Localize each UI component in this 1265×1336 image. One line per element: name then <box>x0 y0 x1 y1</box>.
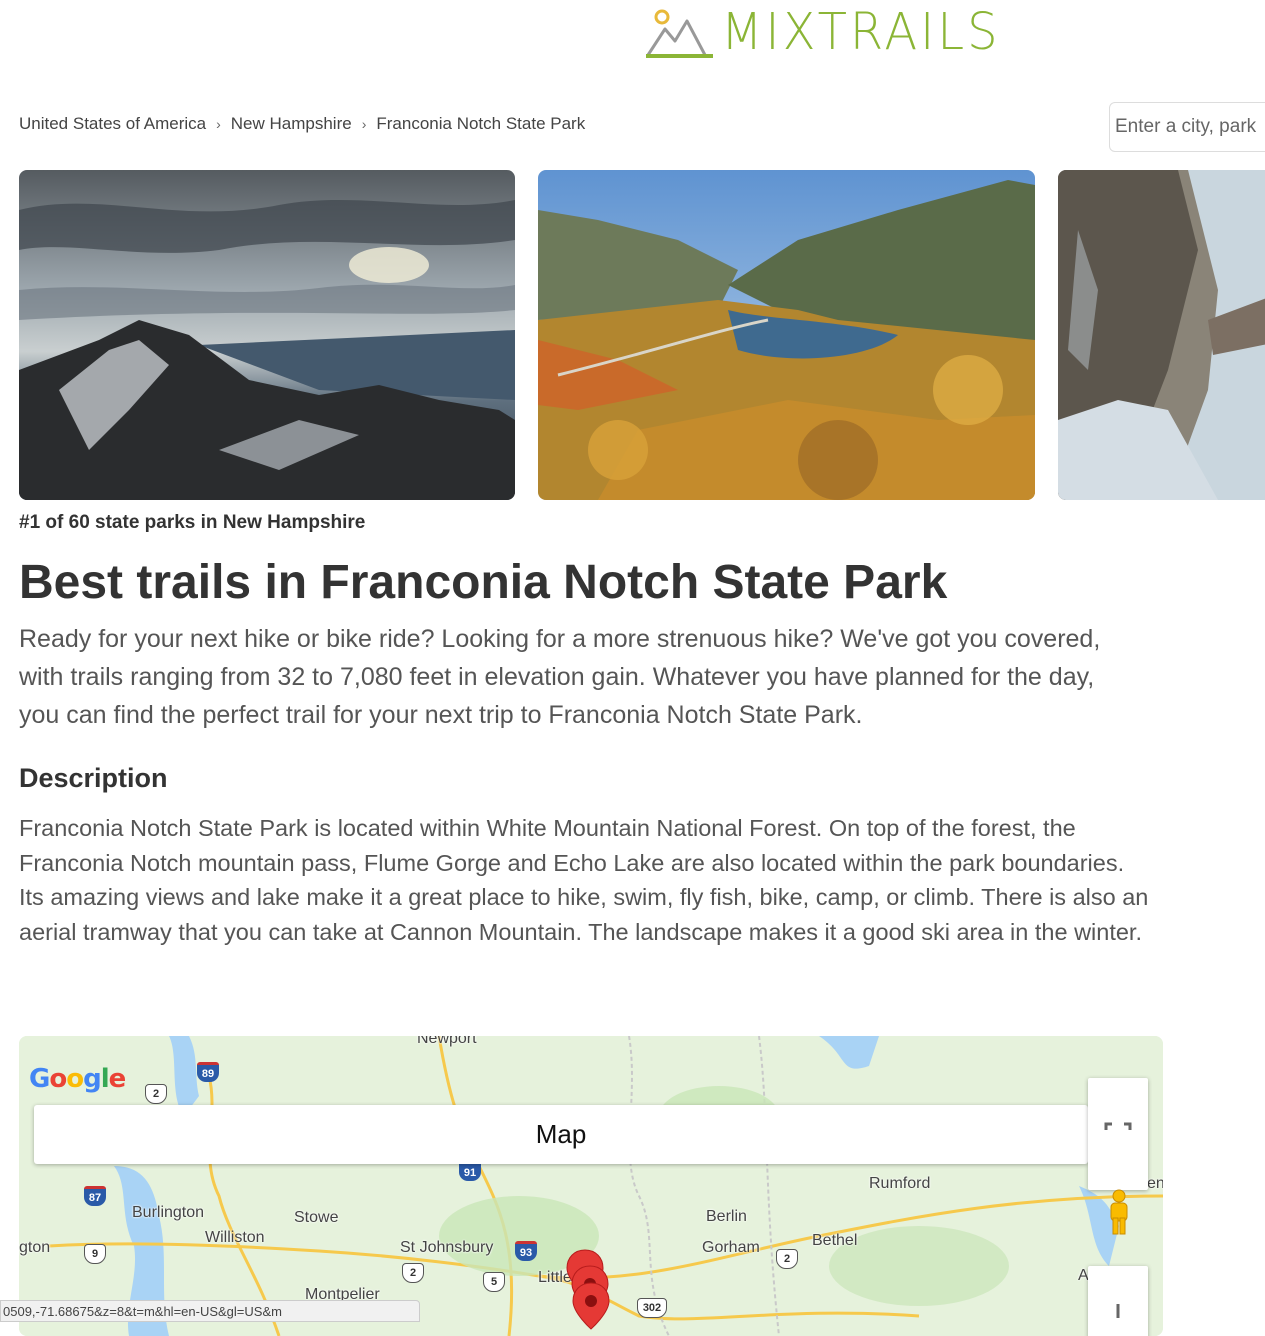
map-shield-us5: 5 <box>483 1272 505 1292</box>
map-shield-i91: 91 <box>459 1161 481 1181</box>
map-shield-i89: 89 <box>197 1062 219 1082</box>
gallery-photo-frozen-gorge[interactable] <box>1058 170 1265 500</box>
map-shield-i93: 93 <box>515 1241 537 1261</box>
map-shield-us2: 2 <box>145 1084 167 1104</box>
map-toggle-button[interactable]: Map <box>34 1105 1088 1164</box>
description-text: Franconia Notch State Park is located wi… <box>19 815 1149 945</box>
park-rank: #1 of 60 state parks in New Hampshire <box>19 512 366 533</box>
map-label-partial-en: en <box>1147 1175 1163 1192</box>
breadcrumb-separator: › <box>361 116 367 132</box>
map-shield-us302: 302 <box>637 1298 667 1318</box>
description-heading: Description <box>19 763 168 793</box>
intro-text: Ready for your next hike or bike ride? L… <box>19 625 1101 729</box>
street-view-pegman-icon[interactable] <box>1104 1188 1134 1238</box>
search-input[interactable] <box>1109 102 1265 152</box>
map-shield-us2: 2 <box>776 1249 798 1269</box>
gallery-photo-mountain-ridge[interactable] <box>19 170 515 500</box>
map-label-williston: Williston <box>205 1229 265 1246</box>
map-marker-icon[interactable] <box>571 1281 611 1331</box>
status-bar-url: 0509,-71.68675&z=8&t=m&hl=en-US&gl=US&m <box>0 1300 420 1322</box>
breadcrumb-state[interactable]: New Hampshire <box>231 114 352 134</box>
mountain-logo-icon <box>646 9 713 58</box>
zoom-in-button[interactable] <box>1088 1266 1148 1336</box>
map-label-newport: Newport <box>417 1036 477 1047</box>
map-label-stowe: Stowe <box>294 1209 339 1226</box>
map-label-st-johnsbury: St Johnsbury <box>400 1239 494 1256</box>
map-label-gorham: Gorham <box>702 1239 760 1256</box>
fullscreen-button[interactable] <box>1088 1078 1148 1190</box>
map-label-partial-gton: gton <box>19 1239 51 1256</box>
breadcrumb-separator: › <box>216 116 221 132</box>
site-logo[interactable]: MIXTRAILS <box>645 2 1001 62</box>
map-shield-us9: 9 <box>84 1244 106 1264</box>
map-label-berlin: Berlin <box>706 1208 747 1225</box>
map-label-rumford: Rumford <box>869 1175 931 1192</box>
map-shield-i87: 87 <box>84 1186 106 1206</box>
breadcrumb: United States of America › New Hampshire… <box>19 114 585 134</box>
plus-icon <box>1116 1304 1120 1318</box>
map-label-burlington: Burlington <box>132 1204 205 1221</box>
google-logo: Google <box>29 1064 126 1094</box>
fullscreen-icon <box>1104 1122 1132 1130</box>
map-container[interactable]: Newport Burlington Williston Stowe St Jo… <box>19 1036 1163 1336</box>
logo-text: MIXTRAILS <box>721 2 1001 62</box>
breadcrumb-park[interactable]: Franconia Notch State Park <box>376 114 585 134</box>
map-shield-us2: 2 <box>402 1263 424 1283</box>
breadcrumb-country[interactable]: United States of America <box>19 114 206 134</box>
gallery-photo-echo-lake[interactable] <box>538 170 1035 500</box>
page-title: Best trails in Franconia Notch State Par… <box>19 556 948 609</box>
map-label-bethel: Bethel <box>812 1232 858 1249</box>
